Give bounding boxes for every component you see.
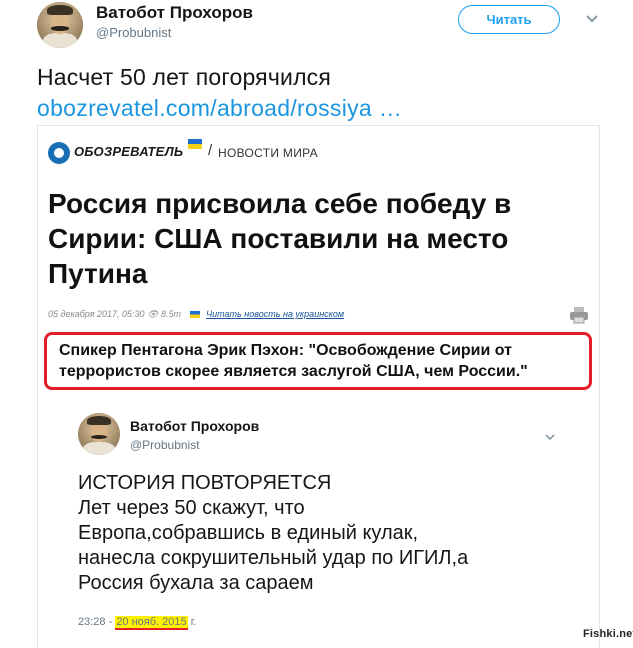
chevron-down-icon[interactable] [585, 12, 599, 26]
breadcrumb-separator: / [208, 142, 213, 159]
tweet-text: Насчет 50 лет погорячился [37, 64, 332, 90]
site-name: ОБОЗРЕВАТЕЛЬ [74, 144, 184, 159]
quoted-time: 23:28 - [78, 616, 113, 628]
avatar [78, 413, 120, 455]
quoted-line: Лет через 50 скажут, что [78, 497, 305, 519]
quote-highlight: Спикер Пентагона Эрик Пэхон: "Освобожден… [44, 332, 592, 390]
quoted-date-suffix: г. [190, 616, 197, 628]
quoted-tweet-text: ИСТОРИЯ ПОВТОРЯЕТСЯ Лет через 50 скажут,… [78, 471, 578, 596]
quoted-author-handle: @Probubnist [130, 438, 200, 452]
follow-button[interactable]: Читать [458, 5, 560, 34]
author-handle[interactable]: @Probubnist [96, 25, 171, 40]
article-headline: Россия присвоила себе победу в Сирии: СШ… [48, 188, 512, 289]
author-name[interactable]: Ватобот Прохоров [96, 3, 253, 23]
ukrainian-link: Читать новость на украинском [206, 309, 345, 319]
watermark: Fishki.net [583, 628, 633, 640]
article-views: 8.5т [161, 309, 182, 319]
print-icon [570, 307, 588, 324]
quoted-line: ИСТОРИЯ ПОВТОРЯЕТСЯ [78, 472, 332, 494]
avatar[interactable] [37, 2, 83, 48]
article-date: 05 декабря 2017, 05:30 [48, 309, 145, 319]
article-quote: Спикер Пентагона Эрик Пэхон: "Освобожден… [59, 342, 528, 380]
quoted-timestamp: 23:28 - 20 нояб. 2015 г. [78, 616, 197, 630]
site-logo-icon [48, 142, 70, 164]
quoted-line: Европа,собравшись в единый кулак, [78, 522, 419, 544]
chevron-down-icon [545, 434, 555, 441]
ukraine-flag-icon [189, 311, 200, 319]
ukraine-flag-icon [188, 139, 202, 149]
tweet-image[interactable]: ОБОЗРЕВАТЕЛЬ / НОВОСТИ МИРА Россия присв… [37, 125, 600, 648]
quoted-line: Россия бухала за сараем [78, 572, 314, 594]
site-section: НОВОСТИ МИРА [218, 146, 318, 160]
tweet-link[interactable]: obozrevatel.com/abroad/rossiya … [37, 95, 402, 122]
tweet-header: Ватобот Прохоров @Probubnist Читать [0, 0, 633, 52]
views-icon: 👁 [147, 309, 162, 319]
quoted-date: 20 нояб. 2015 [115, 616, 188, 630]
quoted-author-name: Ватобот Прохоров [130, 418, 260, 434]
quoted-line: нанесла сокрушительный удар по ИГИЛ,а [78, 547, 469, 569]
article-meta: 05 декабря 2017, 05:30 👁 8.5т Читать нов… [48, 309, 344, 320]
